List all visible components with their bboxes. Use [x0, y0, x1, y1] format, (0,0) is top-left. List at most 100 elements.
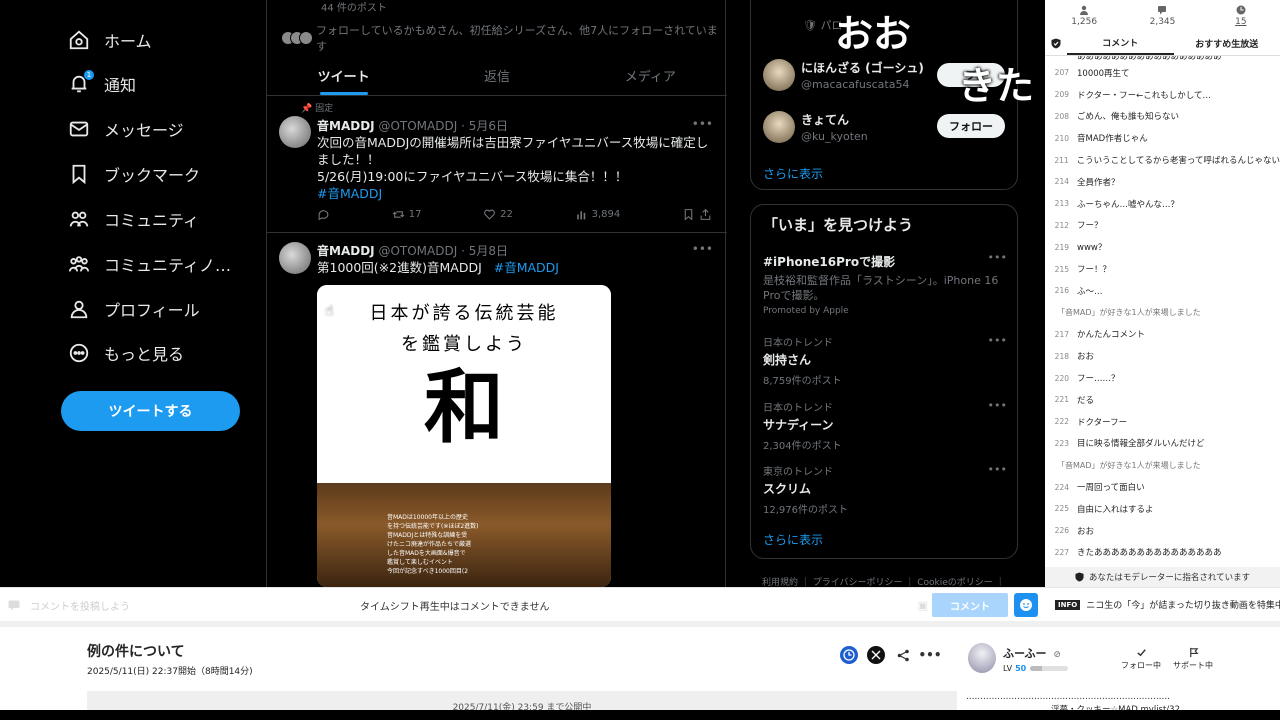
posts-count: 44 件のポスト [321, 3, 387, 14]
info-ticker[interactable]: INFO ニコ生の「今」が詰まった切り抜き動画を特集中！ [1045, 587, 1280, 621]
moderator-shield-icon[interactable] [1045, 32, 1067, 55]
pinned-label: 📌 固定 [301, 104, 334, 114]
level-progress-bar [1030, 666, 1069, 671]
tweet-date: 5月8日 [468, 244, 509, 258]
tab-comments[interactable]: コメント [1067, 32, 1174, 55]
comment-row[interactable]: 217 かんたんコメント [1045, 324, 1280, 346]
comment-row[interactable]: 226 おお [1045, 520, 1280, 542]
clock-icon [1236, 5, 1246, 15]
trend-item: 日本のトレンド サナディーン 2,304件のポスト ••• [763, 399, 1007, 452]
retweet-icon [392, 211, 405, 218]
comment-row[interactable]: 224 一周回って面白い [1045, 476, 1280, 498]
suggestion-name: きょてん [801, 113, 850, 127]
view-count: 3,894 [591, 209, 621, 220]
comment-text: フー！？ [1077, 265, 1112, 276]
promoted-text: 是枝裕和監督作品「ラストシーン」。iPhone 16 Proで撮影。 [763, 274, 999, 302]
more-dots-icon: ••• [987, 334, 1007, 347]
x-share-icon[interactable] [867, 646, 885, 664]
tweet-text-line: 次回の音MADDJの開催場所は吉田寮ファイヤユニバース牧場に確定しました！！ [317, 135, 709, 167]
show-more-link: さらに表示 [763, 167, 824, 181]
tweet-text-line: 第1000回(※2進数)音MADDJ [317, 260, 482, 275]
follow-button[interactable]: フォロー中 [1121, 647, 1161, 671]
comment-row[interactable]: 208 ごめん、俺も誰も知らない [1045, 106, 1280, 128]
viewer-count-value: 1,256 [1071, 17, 1098, 27]
description-line: ……………………………………………………………… [966, 692, 1170, 702]
comment-row[interactable]: 216 ふ〜… [1045, 280, 1280, 302]
system-message-text: 「音MAD」が好きな1人が来場しました [1057, 460, 1201, 470]
comment-count: 2,345 [1123, 0, 1201, 32]
community-icon [69, 211, 89, 227]
comment-row[interactable]: 210 音MAD作者じゃん [1045, 127, 1280, 149]
tweet-header: 音MADDJ @OTOMADDJ · 5月8日 [317, 244, 509, 258]
comment-row[interactable]: 223 目に映る情報全部ダルいんだけど [1045, 433, 1280, 455]
comment-row[interactable]: 227 きたあああああああああああああああ [1045, 542, 1280, 564]
follow-suggestion: きょてん @ku_kyoten [763, 111, 868, 143]
comment-row[interactable]: 218 おお [1045, 345, 1280, 367]
promoted-title: #iPhone16Proで撮影 [763, 255, 896, 269]
comment-row[interactable]: 220 フー……？ [1045, 367, 1280, 389]
avatar [279, 116, 311, 148]
moderator-notice: あなたはモデレーターに指名されています [1045, 567, 1280, 587]
share-icon[interactable] [894, 646, 912, 664]
like-action: 22 [483, 208, 513, 221]
more-dots-icon: ••• [691, 242, 713, 256]
comment-list[interactable]: あああああああああああああああああ 207 10000再生て 209 ドクター・フー←… [1045, 56, 1280, 566]
system-message-row[interactable]: 「音MAD」が好きな1人が来場しました [1045, 302, 1280, 324]
system-message-row[interactable]: 「音MAD」が好きな1人が来場しました [1045, 454, 1280, 476]
comment-row[interactable]: 209 ドクター・フー←これもしかして… [1045, 84, 1280, 106]
timer-icon[interactable] [840, 646, 858, 664]
comment-text: 目に映る情報全部ダルいんだけど [1077, 439, 1205, 450]
tab-tweets: ツイート [267, 56, 420, 95]
more-dots-icon: ••• [691, 117, 713, 131]
followed-by-row: フォローしているかもめさん、初任給シリーズさん、他7人にフォローされています [281, 22, 725, 54]
comment-number: 226 [1054, 526, 1069, 536]
trend-name: スクリム [763, 482, 812, 496]
comment-row[interactable]: 213 ふーちゃん…嘘やんな…？ [1045, 193, 1280, 215]
comment-row[interactable]: 225 自由に入れはするよ [1045, 498, 1280, 520]
tweet-header: 音MADDJ @OTOMADDJ · 5月6日 [317, 119, 509, 133]
comment-number: 220 [1054, 373, 1069, 383]
suggestion-handle: @ku_kyoten [801, 130, 868, 143]
user-level: LV 50 [1003, 664, 1069, 673]
tweet-media-image: 日本が誇る伝統芸能 を鑑賞しよう 和 音MADは10000年以上の歴史 を持つ伝… [317, 285, 611, 587]
comment-text: おお [1077, 526, 1095, 537]
comment-row[interactable]: 219 www？ [1045, 236, 1280, 258]
elapsed-stat[interactable]: 15 [1202, 0, 1280, 32]
comment-settings-icon[interactable]: ▣ [918, 599, 928, 612]
more-dots-icon[interactable]: ••• [919, 646, 942, 664]
nav-more: もっと見る [68, 337, 184, 369]
more-circle-icon [69, 343, 89, 363]
tab-recommended-lives[interactable]: おすすめ生放送 [1174, 32, 1280, 55]
comment-row[interactable]: 212 フー？ [1045, 215, 1280, 237]
nav-profile: プロフィール [68, 293, 200, 325]
tweet-text: 第1000回(※2進数)音MADDJ #音MADDJ [317, 259, 712, 276]
broadcaster-avatar[interactable] [968, 643, 996, 673]
comment-row[interactable]: 215 フー！？ [1045, 258, 1280, 280]
comment-submit-button[interactable]: コメント [932, 593, 1008, 617]
tweet-author: 音MADDJ [317, 119, 375, 133]
support-button[interactable]: サポート中 [1173, 647, 1213, 671]
nav-notifications: 通知 [68, 68, 136, 100]
nav-bookmarks-label: ブックマーク [104, 166, 201, 185]
twitter-sidebar: ホーム 通知 1 メッセージ ブックマーク コミュニティ コミュニティノ… プロ… [0, 0, 265, 587]
comment-row[interactable]: 221 だる [1045, 389, 1280, 411]
video-player[interactable]: ホーム 通知 1 メッセージ ブックマーク コミュニティ コミュニティノ… プロ… [0, 0, 1045, 587]
comment-text: 音MAD作者じゃん [1077, 134, 1148, 145]
views-bar-icon [576, 211, 585, 220]
system-message-text: 「音MAD」が好きな1人が来場しました [1057, 308, 1201, 318]
comment-number: 221 [1054, 395, 1069, 405]
comment-row[interactable]: 207 10000再生て [1045, 62, 1280, 84]
comment-number: 219 [1054, 242, 1069, 252]
emoji-face-icon[interactable] [1014, 593, 1038, 617]
trend-count: 8,759件のポスト [763, 376, 842, 387]
comment-row[interactable]: 211 こういうことしてるから老害って呼ばれるんじゃない [1045, 149, 1280, 171]
footer-links: 利用規約 ｜ プライバシーポリシー ｜ Cookieのポリシー ｜ [762, 578, 1005, 587]
tweet-button: ツイートする [61, 391, 240, 431]
share-icon [700, 208, 711, 220]
comment-text: 全員作者？ [1077, 177, 1120, 188]
comment-row[interactable]: 222 ドクターフー [1045, 411, 1280, 433]
tweet-date: 5月6日 [468, 119, 509, 133]
broadcaster-name[interactable]: ふーふー ⊘ [1003, 645, 1061, 661]
comment-number: 209 [1054, 90, 1069, 100]
comment-row[interactable]: 214 全員作者？ [1045, 171, 1280, 193]
